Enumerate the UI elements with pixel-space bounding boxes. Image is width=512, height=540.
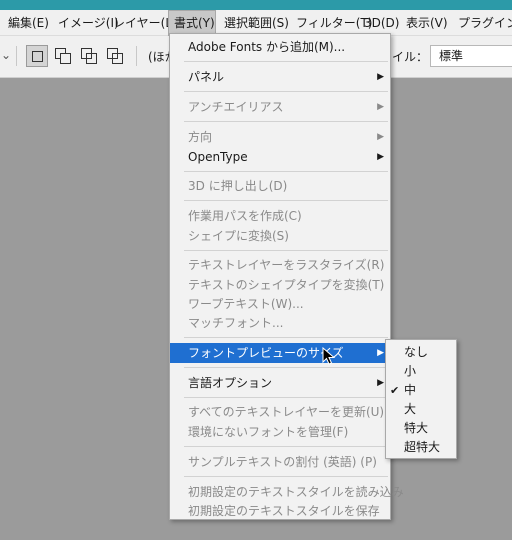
submenu-item-large[interactable]: 大: [386, 400, 456, 419]
submenu-item-label: 大: [404, 402, 417, 416]
menu-item-create-work-path[interactable]: 作業用パスを作成(C): [170, 206, 390, 226]
menu-item-label: テキストのシェイプタイプを変換(T): [188, 278, 385, 292]
menu-item-label: ワープテキスト(W)...: [188, 297, 304, 311]
submenu-arrow-icon: ▶: [377, 132, 384, 142]
menu-item-label: 方向: [188, 130, 213, 144]
menu-item-rasterize-type-layer[interactable]: テキストレイヤーをラスタライズ(R): [170, 255, 390, 275]
submenu-item-label: 小: [404, 364, 417, 378]
menu-item-panels[interactable]: パネル ▶: [170, 67, 390, 87]
menu-separator: [184, 171, 388, 172]
menu-view[interactable]: 表示(V): [406, 10, 448, 36]
menu-plugins[interactable]: プラグイン: [458, 10, 512, 36]
menu-separator: [184, 250, 388, 251]
submenu-item-label: なし: [404, 345, 429, 359]
menu-item-label: 環境にないフォントを管理(F): [188, 425, 349, 439]
menu-item-save-default-type-styles[interactable]: 初期設定のテキストスタイルを保存: [170, 501, 390, 521]
submenu-item-medium[interactable]: ✔ 中: [386, 381, 456, 400]
divider: [16, 46, 17, 66]
menu-item-paste-lorem-ipsum[interactable]: サンプルテキストの割付 (英語) (P): [170, 452, 390, 472]
menu-item-load-default-type-styles[interactable]: 初期設定のテキストスタイルを読み込み: [170, 482, 404, 502]
menu-item-label: 初期設定のテキストスタイルを保存: [188, 504, 380, 518]
submenu-item-none[interactable]: なし: [386, 343, 456, 362]
add-to-selection-button[interactable]: [52, 45, 74, 67]
menu-separator: [184, 337, 388, 338]
menu-separator: [184, 121, 388, 122]
menu-item-label: 3D に押し出し(D): [188, 179, 288, 193]
menu-item-match-font[interactable]: マッチフォント...: [170, 313, 390, 333]
submenu-item-small[interactable]: 小: [386, 362, 456, 381]
menu-item-update-all-text-layers[interactable]: すべてのテキストレイヤーを更新(U): [170, 402, 390, 422]
mouse-pointer-icon: [322, 347, 336, 365]
menu-item-label: 作業用パスを作成(C): [188, 209, 302, 223]
submenu-arrow-icon: ▶: [377, 72, 384, 82]
submenu-item-label: 超特大: [404, 440, 441, 454]
intersect-selection-icon-part: [112, 53, 123, 64]
menu-separator: [184, 200, 388, 201]
type-menu: Adobe Fonts から追加(M)... パネル ▶ アンチエイリアス ▶ 方向…: [169, 33, 404, 521]
submenu-arrow-icon: ▶: [377, 348, 384, 358]
menu-item-language-options[interactable]: 言語オプション ▶: [170, 373, 390, 393]
menu-item-label: 言語オプション: [188, 376, 273, 390]
font-preview-size-submenu: なし 小 ✔ 中 大 特大 超特大: [385, 339, 457, 459]
menu-item-warp-text[interactable]: ワープテキスト(W)...: [170, 294, 390, 314]
new-selection-button[interactable]: [26, 45, 48, 67]
menu-item-label: Adobe Fonts から追加(M)...: [188, 40, 346, 54]
menu-image[interactable]: イメージ(I): [58, 10, 119, 36]
menu-separator: [184, 397, 388, 398]
checkmark-icon: ✔: [390, 384, 400, 397]
divider: [136, 46, 137, 66]
menu-item-label: すべてのテキストレイヤーを更新(U): [188, 405, 385, 419]
menu-edit[interactable]: 編集(E): [8, 10, 49, 36]
submenu-item-extra-large[interactable]: 特大: [386, 419, 456, 438]
submenu-arrow-icon: ▶: [377, 152, 384, 162]
menu-item-label: フォントプレビューのサイズ: [188, 346, 344, 360]
submenu-item-label: 特大: [404, 421, 429, 435]
submenu-item-label: 中: [404, 383, 417, 397]
intersect-selection-button[interactable]: [104, 45, 126, 67]
menu-item-label: アンチエイリアス: [188, 100, 284, 114]
menu-separator: [184, 367, 388, 368]
menu-item-anti-alias[interactable]: アンチエイリアス ▶: [170, 97, 390, 117]
menu-item-label: 初期設定のテキストスタイルを読み込み: [188, 485, 404, 499]
submenu-arrow-icon: ▶: [377, 378, 384, 388]
menu-item-label: マッチフォント...: [188, 316, 284, 330]
menu-item-opentype[interactable]: OpenType ▶: [170, 147, 390, 167]
add-selection-icon-part: [60, 53, 71, 64]
menu-item-orientation[interactable]: 方向 ▶: [170, 127, 390, 147]
title-accent-bar: [0, 0, 512, 10]
submenu-item-huge[interactable]: 超特大: [386, 438, 456, 457]
subtract-from-selection-button[interactable]: [78, 45, 100, 67]
menu-item-add-adobe-fonts[interactable]: Adobe Fonts から追加(M)...: [170, 37, 390, 57]
menu-item-label: テキストレイヤーをラスタライズ(R): [188, 258, 385, 272]
menu-item-convert-to-shape[interactable]: シェイプに変換(S): [170, 226, 390, 246]
submenu-arrow-icon: ▶: [377, 102, 384, 112]
menu-separator: [184, 91, 388, 92]
menu-item-label: OpenType: [188, 150, 248, 164]
menu-separator: [184, 61, 388, 62]
menu-item-label: パネル: [188, 70, 225, 84]
menu-item-label: サンプルテキストの割付 (英語) (P): [188, 455, 377, 469]
menu-separator: [184, 476, 388, 477]
new-selection-icon: [32, 51, 43, 62]
tool-preset-chevron-icon[interactable]: ⌄: [1, 48, 11, 62]
menu-item-label: シェイプに変換(S): [188, 229, 289, 243]
menu-item-manage-missing-fonts[interactable]: 環境にないフォントを管理(F): [170, 422, 390, 442]
menu-item-convert-text-shape-type[interactable]: テキストのシェイプタイプを変換(T): [170, 275, 390, 295]
subtract-selection-icon-part: [86, 53, 97, 64]
menu-item-extrude-3d[interactable]: 3D に押し出し(D): [170, 176, 390, 196]
menu-item-font-preview-size[interactable]: フォントプレビューのサイズ ▶: [170, 343, 390, 363]
menu-separator: [184, 446, 388, 447]
style-select[interactable]: 標準: [430, 45, 512, 67]
